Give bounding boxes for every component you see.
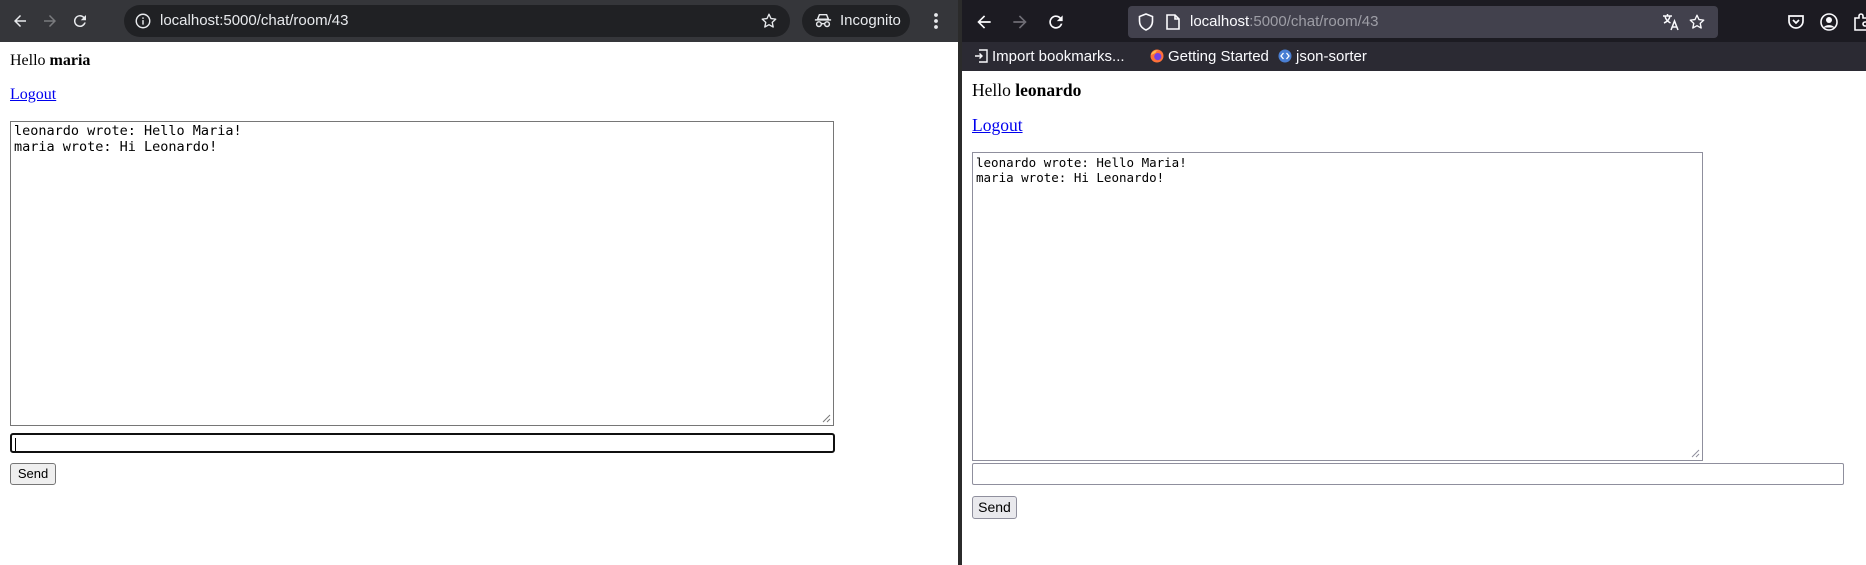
- bookmark-star-icon[interactable]: [1688, 13, 1706, 31]
- bookmark-json-sorter-label: json-sorter: [1296, 48, 1367, 65]
- firefox-toolbar: localhost:5000/chat/room/43: [962, 0, 1866, 42]
- pocket-icon[interactable]: [1786, 12, 1806, 32]
- extensions-icon[interactable]: [1852, 12, 1866, 32]
- address-bar[interactable]: localhost:5000/chat/room/43: [124, 5, 790, 37]
- send-button[interactable]: Send: [10, 463, 56, 485]
- chat-log-textarea[interactable]: leonardo wrote: Hello Maria! maria wrote…: [10, 121, 834, 426]
- url-text[interactable]: localhost:5000/chat/room/43: [1190, 6, 1378, 38]
- incognito-label: Incognito: [840, 12, 901, 29]
- account-icon[interactable]: [1819, 12, 1839, 32]
- chat-log-textarea[interactable]: leonardo wrote: Hello Maria! maria wrote…: [972, 152, 1703, 461]
- url-path: :5000/chat/room/43: [1249, 13, 1379, 30]
- translate-icon[interactable]: [1662, 13, 1680, 31]
- send-button[interactable]: Send: [972, 496, 1017, 519]
- reload-icon[interactable]: [1046, 12, 1066, 32]
- logout-link[interactable]: Logout: [10, 86, 56, 104]
- greeting: Hello leonardo: [972, 80, 1081, 101]
- username: maria: [49, 52, 91, 69]
- info-icon[interactable]: [134, 12, 152, 30]
- firefox-window: localhost:5000/chat/room/43 Import bookm…: [962, 0, 1866, 565]
- address-bar[interactable]: localhost:5000/chat/room/43: [1128, 6, 1718, 38]
- back-icon[interactable]: [8, 9, 32, 33]
- forward-icon[interactable]: [1010, 12, 1030, 32]
- greeting-prefix: Hello: [10, 52, 50, 69]
- import-icon: [975, 49, 988, 63]
- bookmarks-toolbar: Import bookmarks... Getting Started json…: [962, 42, 1866, 71]
- bookmark-getting-started-label: Getting Started: [1168, 48, 1269, 65]
- bookmark-import-label: Import bookmarks...: [992, 48, 1125, 65]
- resize-grip-icon[interactable]: [822, 414, 831, 423]
- chrome-toolbar: localhost:5000/chat/room/43 Incognito: [0, 0, 958, 42]
- page-icon: [1166, 14, 1180, 30]
- greeting: Hello maria: [10, 52, 90, 70]
- resize-grip-icon[interactable]: [1691, 449, 1700, 458]
- url-host: localhost: [1190, 13, 1250, 30]
- message-input[interactable]: [972, 463, 1844, 485]
- chrome-window: localhost:5000/chat/room/43 Incognito He…: [0, 0, 958, 565]
- forward-icon[interactable]: [38, 9, 62, 33]
- username: leonardo: [1015, 80, 1082, 100]
- greeting-prefix: Hello: [972, 80, 1016, 100]
- bookmark-star-icon[interactable]: [760, 12, 778, 30]
- firefox-icon: [1150, 49, 1164, 63]
- incognito-badge[interactable]: Incognito: [802, 5, 910, 37]
- chat-page: Hello maria Logout leonardo wrote: Hello…: [0, 42, 958, 565]
- logout-link[interactable]: Logout: [972, 115, 1023, 136]
- shield-icon[interactable]: [1138, 13, 1154, 31]
- kebab-menu-icon[interactable]: [926, 9, 946, 33]
- json-sorter-icon: [1278, 49, 1292, 63]
- incognito-icon: [814, 13, 832, 28]
- text-caret: [15, 438, 16, 451]
- message-input[interactable]: [10, 433, 835, 453]
- reload-icon[interactable]: [68, 9, 92, 33]
- back-icon[interactable]: [974, 12, 994, 32]
- url-text[interactable]: localhost:5000/chat/room/43: [160, 5, 348, 37]
- chat-page: Hello leonardo Logout leonardo wrote: He…: [962, 71, 1866, 565]
